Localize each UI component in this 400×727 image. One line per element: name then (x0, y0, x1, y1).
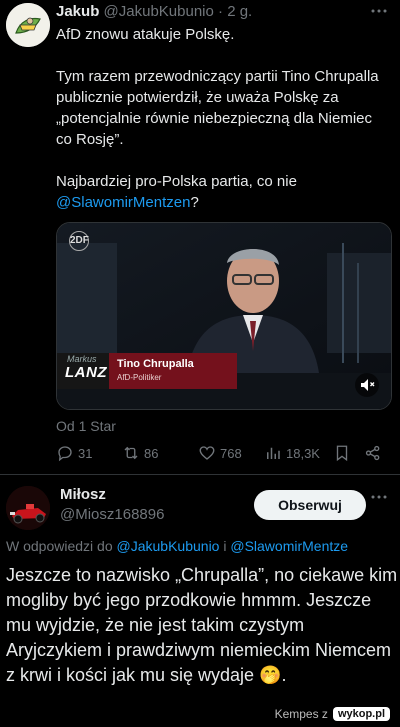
tweet-line-3-end: ? (190, 194, 199, 211)
like-action[interactable]: 768 (198, 444, 242, 462)
show-name-small: Markus (67, 354, 97, 364)
reply-author-handle[interactable]: @Miosz168896 (60, 506, 164, 523)
author-name[interactable]: Jakub (56, 3, 99, 20)
follow-button[interactable]: Obserwuj (254, 490, 366, 520)
racing-car-avatar-icon (6, 486, 50, 530)
tweet-header: Jakub @JakubKubunio · 2 g. (56, 3, 252, 20)
tweet-line-2: Tym razem przewodniczący partii Tino Chr… (56, 68, 379, 148)
mute-icon[interactable] (355, 373, 379, 397)
show-name: LANZ (65, 364, 107, 381)
watermark: Kempes z wykop.pl (275, 707, 390, 721)
tweet-time[interactable]: 2 g. (227, 3, 252, 20)
reply-count: 31 (78, 445, 93, 461)
views-count: 18,3K (286, 445, 320, 461)
tweet-line-3: Najbardziej pro-Polska partia, co nie @S… (56, 171, 392, 213)
views-icon (267, 447, 280, 459)
guest-name: Tino Chrupalla (117, 358, 194, 370)
watermark-text: Kempes z (274, 707, 328, 721)
retweet-action[interactable]: 86 (122, 444, 158, 462)
author-avatar[interactable] (6, 3, 50, 47)
bookmark-icon (336, 445, 348, 462)
divider (0, 474, 400, 475)
tweet-text: AfD znowu atakuje Polskę. Tym razem prze… (56, 24, 392, 213)
reply-prefix: W odpowiedzi do (6, 538, 117, 554)
reply-icon (58, 446, 72, 462)
tweet-line-1: AfD znowu atakuje Polskę. (56, 26, 235, 43)
translation-label[interactable]: Od 1 Star (56, 418, 116, 434)
more-dots-icon[interactable] (370, 2, 388, 25)
reply-author-name[interactable]: Miłosz (60, 486, 106, 503)
tweet-line-3-text: Najbardziej pro-Polska partia, co nie (56, 173, 297, 190)
mention-link[interactable]: @SlawomirMentzen (56, 194, 190, 211)
retweet-icon (124, 446, 138, 460)
reply-more-dots-icon[interactable] (370, 488, 388, 511)
reply-action[interactable]: 31 (56, 444, 92, 462)
reply-and: i (219, 538, 231, 554)
like-count: 768 (220, 445, 242, 461)
reply-author-avatar[interactable] (6, 486, 50, 530)
video-frame (57, 223, 391, 409)
reply-mention-2[interactable]: @SlawomirMentze (230, 538, 348, 554)
tweet-main[interactable]: Jakub @JakubKubunio · 2 g. AfD znowu ata… (0, 0, 400, 470)
reply-text: Jeszcze to nazwisko „Chrupalla”, no ciek… (6, 565, 398, 685)
reply-context: W odpowiedzi do @JakubKubunio i @Slawomi… (6, 538, 400, 554)
heart-icon (199, 446, 215, 460)
avatar-drawing-icon (6, 3, 50, 47)
share-action[interactable] (364, 444, 382, 462)
reply-mention-1[interactable]: @JakubKubunio (117, 538, 220, 554)
channel-logo: 2DF (69, 231, 89, 251)
wykop-logo: wykop.pl (332, 707, 390, 721)
tweet-actions: 31 86 768 18,3K (56, 444, 396, 466)
separator: · (213, 3, 228, 20)
views-action[interactable]: 18,3K (264, 444, 320, 462)
share-icon (365, 445, 380, 461)
bookmark-action[interactable] (333, 444, 351, 462)
retweet-count: 86 (144, 445, 159, 461)
video-player[interactable]: 2DF Markus LANZ Tino Chrupalla AfD-Polit… (56, 222, 392, 410)
guest-role: AfD-Politiker (117, 373, 162, 382)
author-handle[interactable]: @JakubKubunio (104, 3, 214, 20)
